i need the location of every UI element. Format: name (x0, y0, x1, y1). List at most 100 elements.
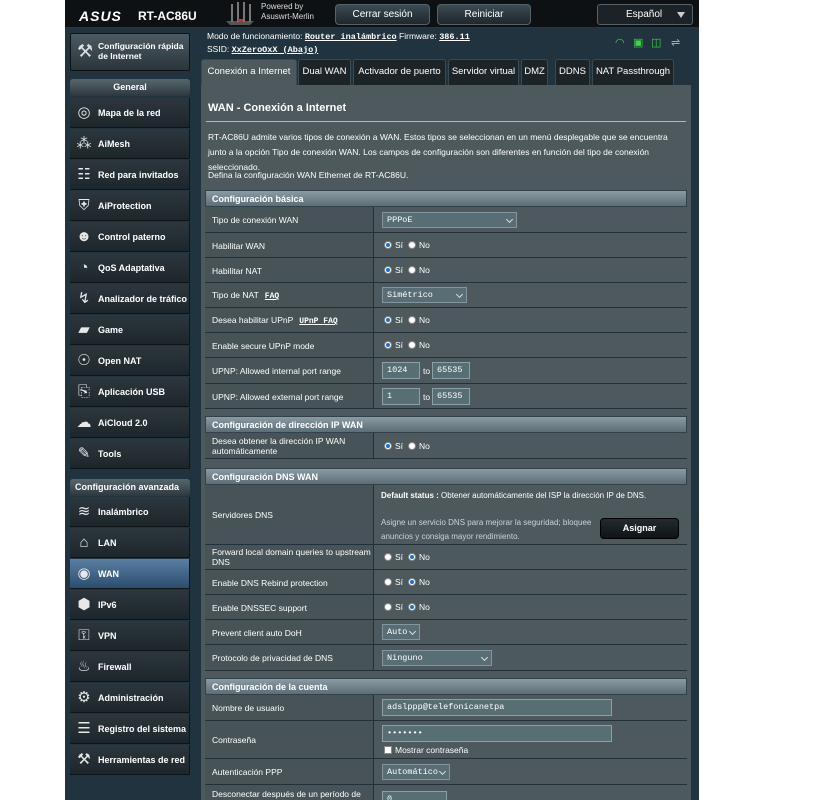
enable-nat-yes-radio[interactable] (384, 266, 392, 274)
ssid-link[interactable]: XxZeroOxX (Abajo) (232, 45, 319, 55)
disconnect-idle-input[interactable]: 0 (382, 791, 447, 800)
sidebar-item-herramientas-de-red[interactable]: ⚒ Herramientas de red (70, 745, 190, 775)
aiprotection-icon: ⛨ (78, 197, 90, 214)
sidebar-item-aplicación-usb[interactable]: ⎘ Aplicación USB (70, 377, 190, 407)
firmware-link[interactable]: 386.11 (439, 32, 470, 42)
dnssec-yes-radio[interactable] (384, 603, 392, 611)
sidebar-item-tools[interactable]: ✎ Tools (70, 439, 190, 469)
sidebar-item-aicloud-2-0[interactable]: ☁ AiCloud 2.0 (70, 408, 190, 438)
sidebar-item-aimesh[interactable]: ⁂ AiMesh (70, 129, 190, 159)
sidebar-item-wan[interactable]: ◉ WAN (70, 559, 190, 589)
sidebar-item-open-nat[interactable]: ☉ Open NAT (70, 346, 190, 376)
auto-ip-yes-radio[interactable] (384, 442, 392, 450)
tools-icon: ✎ (77, 445, 91, 462)
sidebar-item-vpn[interactable]: ⚿ VPN (70, 621, 190, 651)
asus-logo: ASUS (79, 8, 122, 24)
nat-faq-link[interactable]: FAQ (265, 292, 279, 301)
enable-wan-yes-radio[interactable] (384, 241, 392, 249)
wan-type-select[interactable]: PPPoE (382, 212, 517, 228)
sidebar-item-label: Tools (98, 449, 122, 459)
sidebar-item-qos-adaptativa[interactable]: ◔ QoS Adaptativa (70, 253, 190, 283)
tab-nat-passthrough[interactable]: NAT Passthrough (592, 59, 674, 85)
sidebar-item-label: AiMesh (98, 139, 131, 149)
ppp-auth-select[interactable]: Automático (382, 764, 450, 780)
row-internal-port-range: UPNP: Allowed internal port range 1024 t… (205, 358, 687, 384)
dns-privacy-select[interactable]: Ninguno (382, 650, 492, 666)
sidebar-item-registro-del-sistema[interactable]: ☰ Registro del sistema (70, 714, 190, 744)
operation-mode-link[interactable]: Router inalámbrico (305, 32, 397, 42)
open-nat-icon: ☉ (77, 352, 91, 369)
show-password-checkbox[interactable] (384, 746, 392, 754)
sidebar-item-ipv6[interactable]: ⬢ IPv6 (70, 590, 190, 620)
page-margin (699, 0, 833, 800)
auto-ip-no-radio[interactable] (408, 442, 416, 450)
rebind-yes-radio[interactable] (384, 578, 392, 586)
sidebar-item-administración[interactable]: ⚙ Administración (70, 683, 190, 713)
secure-upnp-no-radio[interactable] (408, 341, 416, 349)
username-input[interactable]: adslppp@telefonicanetpa (382, 699, 612, 716)
sidebar-item-control-paterno[interactable]: ☻ Control paterno (70, 222, 190, 252)
tab-servidor-virtual[interactable]: Servidor virtual (448, 59, 519, 85)
sidebar-item-red-para-invitados[interactable]: ☷ Red para invitados (70, 160, 190, 190)
upnp-faq-link[interactable]: UPnP FAQ (299, 317, 337, 326)
wifi-icon[interactable]: ◠ (615, 36, 625, 49)
sidebar-item-analizador-de-tráfico[interactable]: ↯ Analizador de tráfico (70, 284, 190, 314)
external-port-from-input[interactable]: 1 (382, 388, 420, 405)
chevron-down-icon (677, 12, 685, 18)
tab-ddns[interactable]: DDNS (555, 59, 590, 85)
row-nat-type: Tipo de NAT FAQ Simétrico (205, 283, 687, 308)
row-enable-wan: Habilitar WAN Sí No (205, 233, 687, 258)
guest-network-icon: ☷ (77, 166, 91, 183)
row-dnssec: Enable DNSSEC support Sí No (205, 595, 687, 620)
guest-status-icon[interactable]: ◫ (651, 36, 661, 49)
internal-port-from-input[interactable]: 1024 (382, 362, 420, 379)
secure-upnp-yes-radio[interactable] (384, 341, 392, 349)
sidebar-item-label: Analizador de tráfico (98, 294, 188, 304)
logout-button[interactable]: Cerrar sesión (335, 4, 430, 25)
sidebar-item-firewall[interactable]: ♨ Firewall (70, 652, 190, 682)
sidebar-item-game[interactable]: ▰ Game (70, 315, 190, 345)
forward-yes-radio[interactable] (384, 553, 392, 561)
menu-advanced-header: Configuración avanzada (70, 479, 190, 496)
divider (206, 121, 686, 122)
sidebar-item-label: AiCloud 2.0 (98, 418, 148, 428)
rebind-no-radio[interactable] (408, 578, 416, 586)
password-input[interactable]: ••••••• (382, 725, 612, 742)
system-log-icon: ☰ (77, 720, 91, 737)
row-wan-type: Tipo de conexión WAN PPPoE (205, 207, 687, 233)
status-info: Modo de funcionamiento: Router inalámbri… (207, 31, 470, 55)
dnssec-no-radio[interactable] (408, 603, 416, 611)
tab-dmz[interactable]: DMZ (521, 59, 548, 85)
reboot-button[interactable]: Reiniciar (437, 4, 531, 25)
tab-conexi-n-a-internet[interactable]: Conexión a Internet (201, 59, 297, 85)
row-disconnect: Desconectar después de un período de 0 (205, 785, 687, 800)
ipv6-icon: ⬢ (77, 596, 91, 613)
sidebar-item-label: Game (98, 325, 124, 335)
quick-internet-setup-button[interactable]: ⚒ Configuración rápida de Internet (70, 33, 190, 71)
forward-no-radio[interactable] (408, 553, 416, 561)
tab-dual-wan[interactable]: Dual WAN (298, 59, 351, 85)
section-wan-ip-header: Configuración de dirección IP WAN (205, 416, 687, 433)
enable-wan-no-radio[interactable] (408, 241, 416, 249)
assign-dns-button[interactable]: Asignar (600, 518, 679, 539)
usb-status-icon[interactable]: ⇌ (671, 36, 680, 49)
sidebar-item-inalámbrico[interactable]: ≋ Inalámbrico (70, 497, 190, 527)
sidebar-item-label: Inalámbrico (98, 507, 149, 517)
lan-icon: ⌂ (79, 534, 89, 551)
upnp-no-radio[interactable] (408, 316, 416, 324)
external-port-to-input[interactable]: 65535 (432, 388, 470, 405)
sidebar-item-aiprotection[interactable]: ⛨ AiProtection (70, 191, 190, 221)
auto-doh-select[interactable]: Auto (382, 624, 420, 640)
language-select[interactable]: Español (597, 4, 693, 25)
sidebar-item-mapa-de-la-red[interactable]: ◎ Mapa de la red (70, 98, 190, 128)
sidebar-item-label: Registro del sistema (98, 724, 187, 734)
tab-activador-de-puerto[interactable]: Activador de puerto (353, 59, 446, 85)
sidebar-item-lan[interactable]: ⌂ LAN (70, 528, 190, 558)
internal-port-to-input[interactable]: 65535 (432, 362, 470, 379)
upnp-yes-radio[interactable] (384, 316, 392, 324)
sidebar-item-label: Herramientas de red (98, 755, 186, 765)
enable-nat-no-radio[interactable] (408, 266, 416, 274)
section-basic-header: Configuración básica (205, 190, 687, 207)
nat-type-select[interactable]: Simétrico (382, 287, 467, 303)
internet-status-icon[interactable]: ▣ (633, 36, 643, 49)
